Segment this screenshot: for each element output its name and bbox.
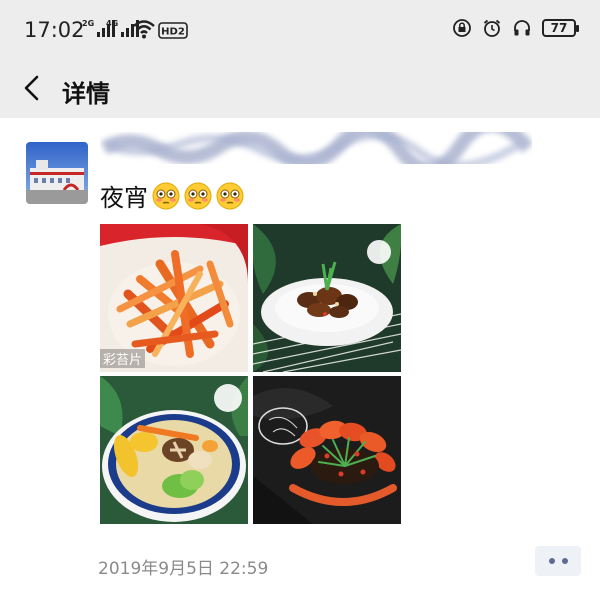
headphones-icon <box>514 20 530 36</box>
flushed-face-emoji-icon <box>216 182 244 209</box>
status-icons-right: 77 <box>452 18 579 38</box>
chevron-left-icon[interactable] <box>18 70 48 106</box>
battery-indicator: 77 <box>542 19 579 37</box>
alarm-icon <box>483 19 501 37</box>
dot-icon <box>548 558 555 564</box>
post-caption: 夜宵 <box>100 184 148 212</box>
photo-crayfish-dish[interactable] <box>253 376 401 524</box>
photo-corn-soup-dish[interactable] <box>100 376 248 524</box>
lock-rotation-icon <box>453 19 471 37</box>
photo-shredded-potato-dish[interactable]: 彩苔片 <box>100 224 248 372</box>
wifi-icon <box>133 20 155 39</box>
nav-bar: 详情 <box>0 62 600 118</box>
dot-icon <box>561 558 568 564</box>
status-time: 17:02 <box>24 18 85 42</box>
svg-text:HD2: HD2 <box>161 27 185 38</box>
flushed-face-emoji-icon <box>152 182 180 209</box>
hd-icon: HD2 <box>158 22 188 39</box>
photo-braised-meat-dish[interactable] <box>253 224 401 372</box>
blurred-username <box>100 132 532 164</box>
page-title: 详情 <box>62 80 110 108</box>
flushed-face-emoji-icon <box>184 182 212 209</box>
post-text: 夜宵 <box>100 178 244 213</box>
post-timestamp: 2019年9月5日 22:59 <box>98 559 269 579</box>
more-options-button[interactable] <box>535 546 581 576</box>
status-bar: 17:02 2G 4G HD2 77 <box>0 0 600 62</box>
photo-caption: 彩苔片 <box>100 349 146 368</box>
avatar[interactable] <box>26 142 88 204</box>
